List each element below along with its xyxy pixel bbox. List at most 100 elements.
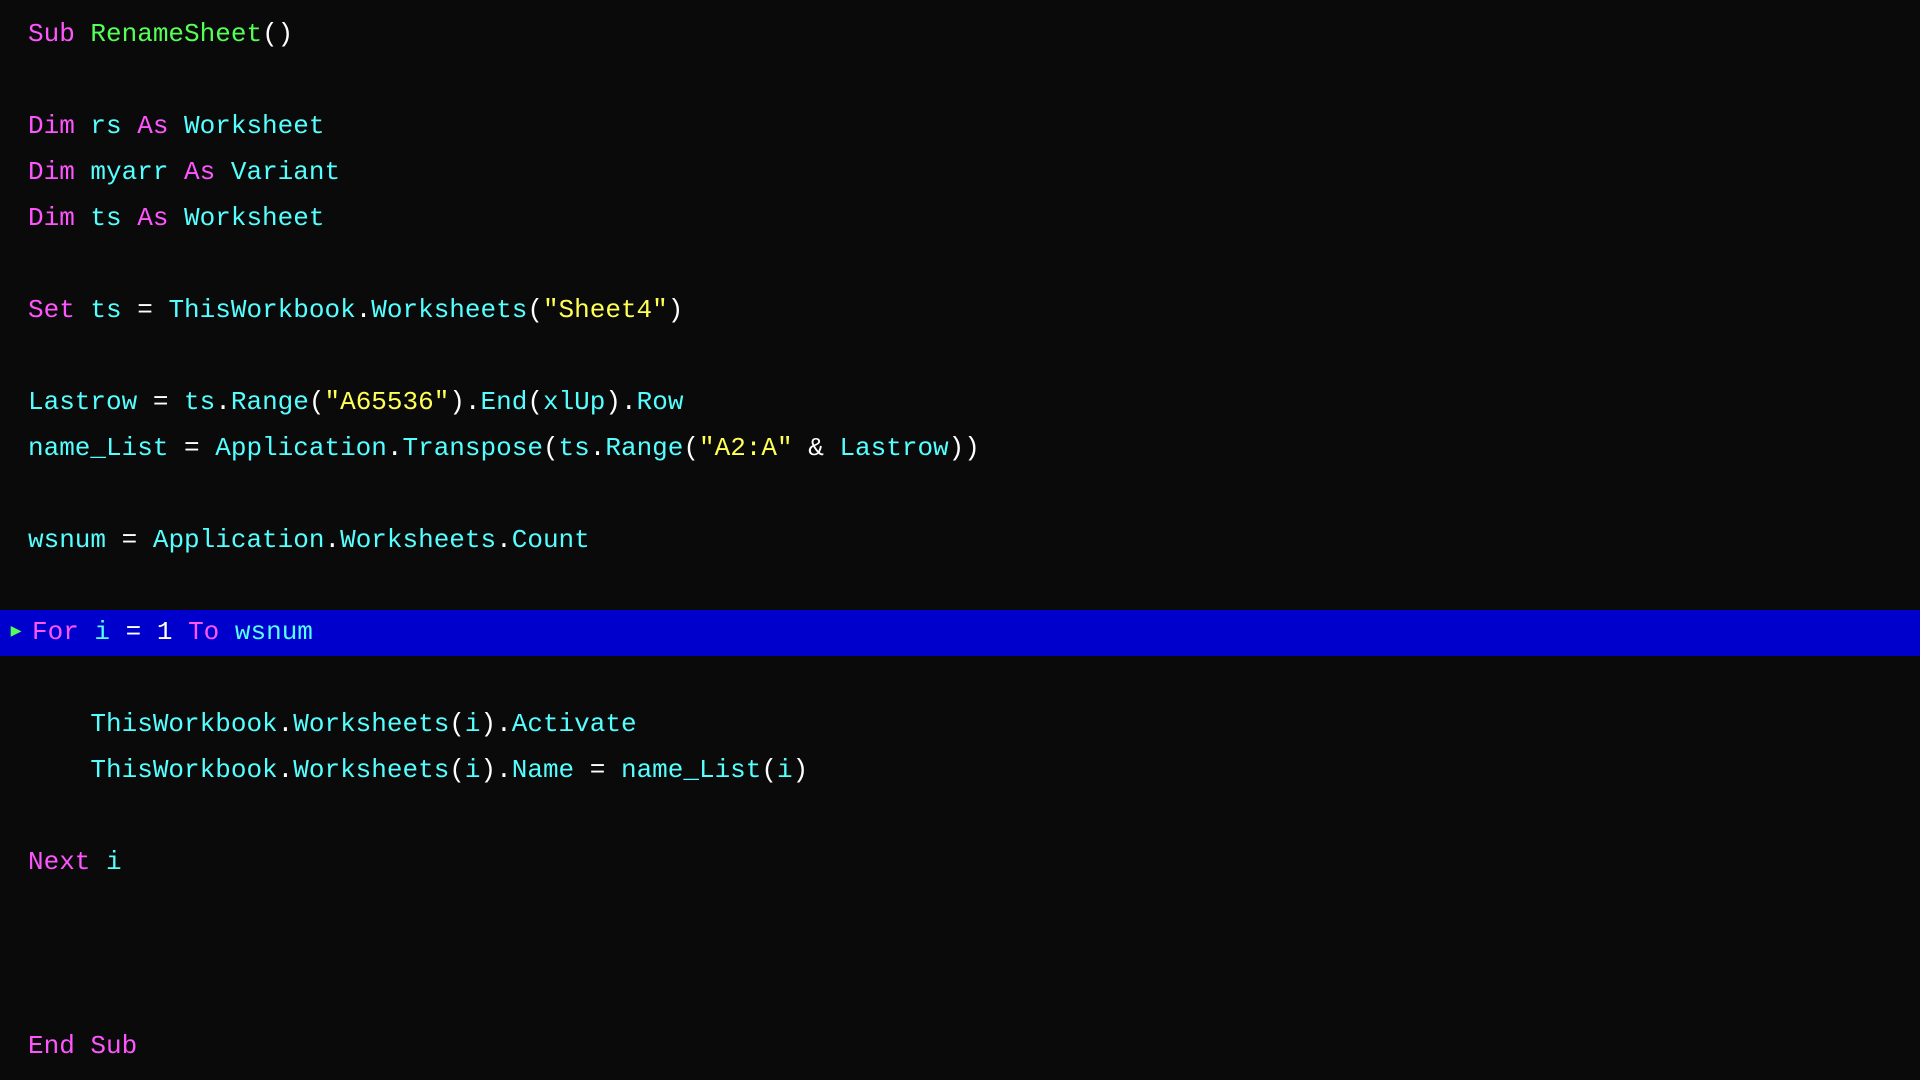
token: Variant (231, 157, 340, 187)
token: End (481, 387, 528, 417)
token: Transpose (403, 433, 543, 463)
token: = (122, 525, 153, 555)
token: Set (28, 295, 90, 325)
token: wsnum (28, 525, 122, 555)
token: Range (231, 387, 309, 417)
token: Lastrow (839, 433, 948, 463)
token: "A65536" (325, 387, 450, 417)
token: Name (512, 755, 590, 785)
token: Application (215, 433, 387, 463)
line-content: ThisWorkbook.Worksheets(i).Activate (28, 702, 1912, 748)
line-content: Sub RenameSheet() (28, 12, 1912, 58)
code-line: ThisWorkbook.Worksheets(i).Name = name_L… (0, 748, 1920, 794)
token: ) (668, 295, 684, 325)
token: ( (683, 433, 699, 463)
token: name_List (28, 433, 184, 463)
token: ts (90, 203, 137, 233)
token: ( (527, 387, 543, 417)
token: Worksheets (293, 709, 449, 739)
line-content: ThisWorkbook.Worksheets(i).Name = name_L… (28, 748, 1912, 794)
token: Application (153, 525, 325, 555)
token: To (188, 617, 235, 647)
code-line: Set ts = ThisWorkbook.Worksheets("Sheet4… (0, 288, 1920, 334)
code-line: Dim ts As Worksheet (0, 196, 1920, 242)
token: Activate (512, 709, 637, 739)
token: As (184, 157, 231, 187)
token: () (262, 19, 293, 49)
token: = (153, 387, 184, 417)
token: rs (90, 111, 137, 141)
token: As (137, 111, 184, 141)
code-line: End Sub (0, 1024, 1920, 1070)
token: ). (481, 709, 512, 739)
token: wsnum (235, 617, 313, 647)
token: ts (90, 295, 137, 325)
token (28, 755, 90, 785)
token: ( (309, 387, 325, 417)
token: ( (527, 295, 543, 325)
token: ). (449, 387, 480, 417)
token: RenameSheet (90, 19, 262, 49)
token (28, 709, 90, 739)
code-line: Dim rs As Worksheet (0, 104, 1920, 150)
token: = (126, 617, 157, 647)
token: ThisWorkbook (168, 295, 355, 325)
token: = (590, 755, 621, 785)
token: Sub (90, 1031, 137, 1061)
code-line: ThisWorkbook.Worksheets(i).Activate (0, 702, 1920, 748)
code-editor: Sub RenameSheet()Dim rs As WorksheetDim … (0, 8, 1920, 1072)
token: Worksheets (293, 755, 449, 785)
token: ). (605, 387, 636, 417)
code-line: Next i (0, 840, 1920, 886)
token: & (793, 433, 840, 463)
token: As (137, 203, 184, 233)
token: ( (543, 433, 559, 463)
code-line: Dim myarr As Variant (0, 150, 1920, 196)
token: i (465, 755, 481, 785)
token: Worksheet (184, 203, 324, 233)
token: Worksheets (371, 295, 527, 325)
line-content: Dim rs As Worksheet (28, 104, 1912, 150)
token: Dim (28, 203, 90, 233)
line-content: Set ts = ThisWorkbook.Worksheets("Sheet4… (28, 288, 1912, 334)
token: For (32, 617, 94, 647)
token: ThisWorkbook (90, 709, 277, 739)
token: . (387, 433, 403, 463)
token: )) (949, 433, 980, 463)
line-content: End Sub (28, 1024, 1912, 1070)
token: . (215, 387, 231, 417)
token: Worksheet (184, 111, 324, 141)
token: name_List (621, 755, 761, 785)
code-line: wsnum = Application.Worksheets.Count (0, 518, 1920, 564)
code-line: Sub RenameSheet() (0, 12, 1920, 58)
token: . (324, 525, 340, 555)
token: Next (28, 847, 106, 877)
token: i (777, 755, 793, 785)
token: = (137, 295, 168, 325)
token: ThisWorkbook (90, 755, 277, 785)
token: ( (449, 709, 465, 739)
token: i (94, 617, 125, 647)
line-content: For i = 1 To wsnum (32, 610, 1912, 656)
line-content: name_List = Application.Transpose(ts.Ran… (28, 426, 1912, 472)
token: 1 (157, 617, 188, 647)
token: Dim (28, 157, 90, 187)
line-content: Dim ts As Worksheet (28, 196, 1912, 242)
line-content: Next i (28, 840, 1912, 886)
token: xlUp (543, 387, 605, 417)
line-content: Dim myarr As Variant (28, 150, 1912, 196)
token: ts (184, 387, 215, 417)
token: ( (449, 755, 465, 785)
token: End (28, 1031, 90, 1061)
token: Row (637, 387, 684, 417)
token: Count (512, 525, 590, 555)
line-content: wsnum = Application.Worksheets.Count (28, 518, 1912, 564)
token: Dim (28, 111, 90, 141)
token: . (496, 525, 512, 555)
token: Range (605, 433, 683, 463)
token: = (184, 433, 215, 463)
code-line: name_List = Application.Transpose(ts.Ran… (0, 426, 1920, 472)
token: "Sheet4" (543, 295, 668, 325)
token: ( (761, 755, 777, 785)
token: ts (559, 433, 590, 463)
